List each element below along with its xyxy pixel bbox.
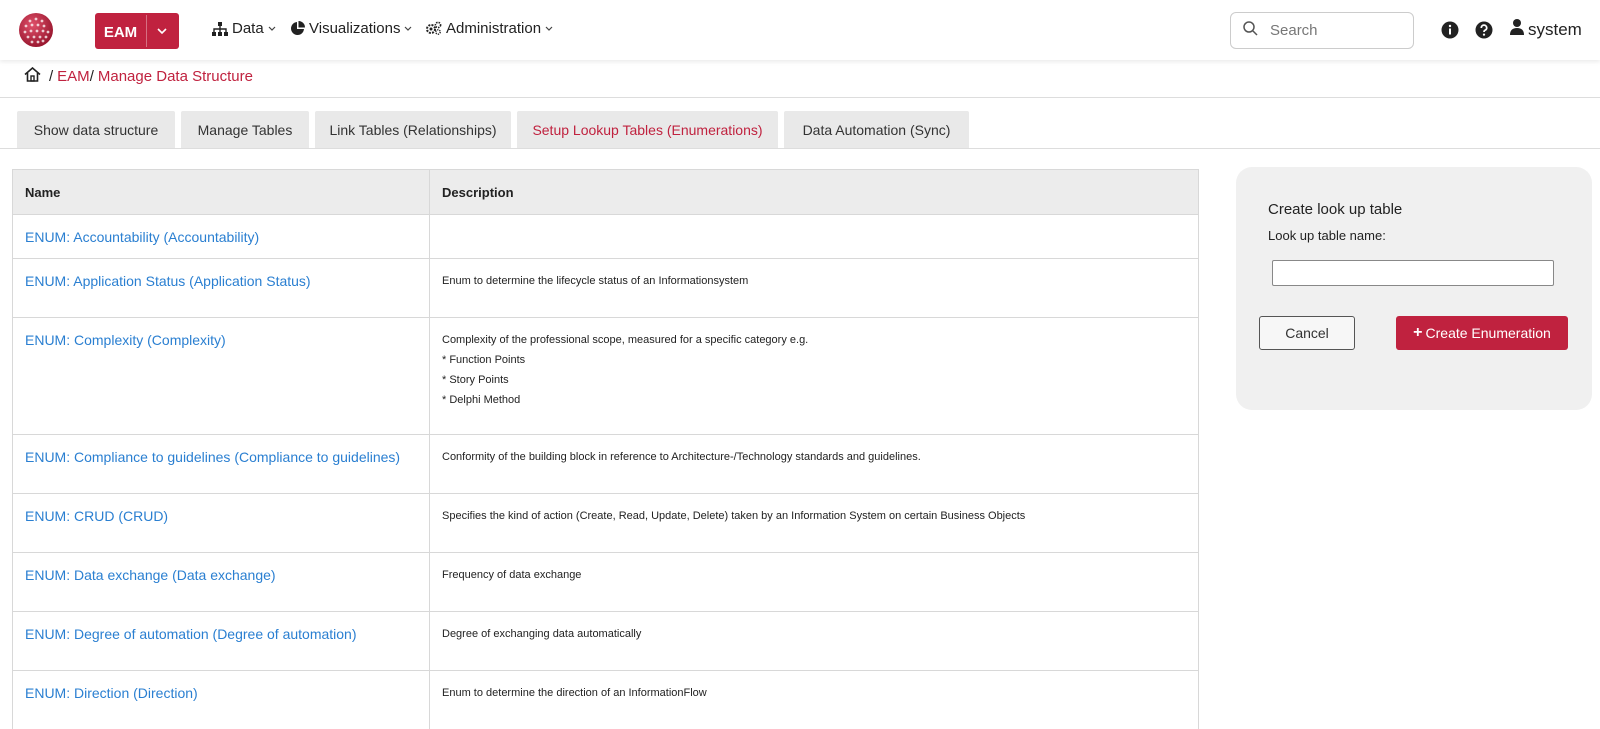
enum-link[interactable]: ENUM: Data exchange (Data exchange) [25, 567, 276, 583]
lookup-name-input[interactable] [1272, 260, 1554, 286]
cell-description: Specifies the kind of action (Create, Re… [429, 493, 1199, 553]
tab-data-automation[interactable]: Data Automation (Sync) [784, 111, 969, 148]
breadcrumb-current: Manage Data Structure [97, 68, 253, 85]
description-line: Conformity of the building block in refe… [442, 451, 921, 463]
description-line: * Function Points [442, 354, 526, 366]
description-line: Specifies the kind of action (Create, Re… [442, 510, 1026, 522]
enum-link[interactable]: ENUM: Complexity (Complexity) [25, 332, 226, 348]
info-icon[interactable] [1441, 21, 1459, 39]
cell-description [429, 214, 1199, 259]
cell-name: ENUM: Accountability (Accountability) [12, 214, 430, 259]
nav-menu-data[interactable]: Data [212, 20, 276, 37]
breadcrumb-separator: / [89, 68, 94, 85]
cell-description: Conformity of the building block in refe… [429, 434, 1199, 494]
enum-link[interactable]: ENUM: CRUD (CRUD) [25, 508, 168, 524]
cancel-button[interactable]: Cancel [1259, 316, 1355, 350]
cell-name: ENUM: Degree of automation (Degree of au… [12, 611, 430, 671]
cell-description: Complexity of the professional scope, me… [429, 317, 1199, 435]
help-icon[interactable] [1475, 21, 1493, 39]
panel-title: Create look up table [1268, 201, 1403, 218]
search-icon [1243, 20, 1258, 41]
divider [0, 97, 1600, 98]
table-row: ENUM: CRUD (CRUD) Specifies the kind of a… [12, 493, 1199, 553]
description-line: Enum to determine the direction of an In… [442, 687, 707, 699]
breadcrumb: / EAM / Manage Data Structure [24, 66, 253, 86]
tab-show-data-structure[interactable]: Show data structure [17, 111, 175, 148]
table-body: ENUM: Accountability (Accountability) ENU… [12, 214, 1199, 729]
breadcrumb-eam[interactable]: EAM [57, 68, 90, 85]
cell-description: Enum to determine the direction of an In… [429, 670, 1199, 729]
create-lookup-panel: Create look up table Look up table name:… [1236, 167, 1592, 410]
cell-name: ENUM: Data exchange (Data exchange) [12, 552, 430, 612]
plus-icon: + [1413, 324, 1423, 341]
cell-name: ENUM: Direction (Direction) [12, 670, 430, 729]
table-row: ENUM: Compliance to guidelines (Complian… [12, 434, 1199, 494]
nav-menu-administration[interactable]: Administration [425, 20, 553, 37]
enum-link[interactable]: ENUM: Application Status (Application St… [25, 273, 311, 289]
cell-description: Enum to determine the lifecycle status o… [429, 258, 1199, 318]
description-line: Degree of exchanging data automatically [442, 628, 642, 640]
sitemap-icon [212, 21, 228, 36]
user-name[interactable]: system [1528, 20, 1582, 40]
chevron-down-icon [268, 26, 276, 31]
chevron-down-icon[interactable] [146, 15, 177, 47]
chevron-down-icon [404, 26, 412, 31]
enum-link[interactable]: ENUM: Direction (Direction) [25, 685, 198, 701]
tab-setup-lookup-tables[interactable]: Setup Lookup Tables (Enumerations) [517, 111, 778, 148]
create-enumeration-button[interactable]: + Create Enumeration [1396, 316, 1568, 350]
table-row: ENUM: Degree of automation (Degree of au… [12, 611, 1199, 671]
description-line: * Story Points [442, 374, 509, 386]
cell-name: ENUM: Application Status (Application St… [12, 258, 430, 318]
chevron-down-icon [545, 26, 553, 31]
lookup-name-label: Look up table name: [1268, 228, 1386, 243]
nav-menu-visualizations-label[interactable]: Visualizations [309, 20, 400, 37]
table-row: ENUM: Accountability (Accountability) [12, 214, 1199, 259]
top-navbar: EAM Data Visualizations Administration S… [0, 0, 1600, 60]
app-name[interactable]: EAM [95, 21, 146, 41]
cell-name: ENUM: Complexity (Complexity) [12, 317, 430, 435]
table-row: ENUM: Application Status (Application St… [12, 258, 1199, 318]
nav-menu-administration-label[interactable]: Administration [446, 20, 541, 37]
divider [0, 148, 1600, 149]
column-header-description[interactable]: Description [429, 169, 1199, 215]
logo-icon[interactable] [18, 12, 54, 48]
cell-name: ENUM: Compliance to guidelines (Complian… [12, 434, 430, 494]
tab-manage-tables[interactable]: Manage Tables [181, 111, 309, 148]
cogs-icon [425, 21, 442, 36]
cell-description: Frequency of data exchange [429, 552, 1199, 612]
nav-menu-data-label[interactable]: Data [232, 20, 264, 37]
table-row: ENUM: Data exchange (Data exchange) Frequ… [12, 552, 1199, 612]
search-box[interactable] [1230, 12, 1414, 49]
cell-description: Degree of exchanging data automatically [429, 611, 1199, 671]
enum-link[interactable]: ENUM: Accountability (Accountability) [25, 229, 259, 245]
breadcrumb-separator: / [49, 68, 54, 85]
enumerations-table: Name Description ENUM: Accountability (A… [12, 169, 1199, 729]
table-row: ENUM: Complexity (Complexity) Complexity … [12, 317, 1199, 435]
column-header-name[interactable]: Name [12, 169, 430, 215]
description-line: Enum to determine the lifecycle status o… [442, 275, 749, 287]
user-icon [1510, 19, 1524, 40]
home-icon[interactable] [24, 66, 41, 86]
description-line: * Delphi Method [442, 394, 521, 406]
user-menu[interactable]: system [1510, 19, 1582, 40]
description-line: Complexity of the professional scope, me… [442, 334, 809, 346]
pie-chart-icon [290, 21, 305, 36]
tab-link-tables[interactable]: Link Tables (Relationships) [315, 111, 511, 148]
nav-menu-visualizations[interactable]: Visualizations [290, 20, 412, 37]
app-switcher[interactable]: EAM [95, 13, 179, 49]
create-enumeration-label: Create Enumeration [1425, 325, 1551, 341]
tab-bar: Show data structure Manage Tables Link T… [17, 111, 975, 148]
search-input[interactable] [1270, 22, 1400, 39]
cell-name: ENUM: CRUD (CRUD) [12, 493, 430, 553]
table-row: ENUM: Direction (Direction) Enum to deter… [12, 670, 1199, 729]
table-header-row: Name Description [12, 169, 1199, 215]
description-line: Frequency of data exchange [442, 569, 582, 581]
enum-link[interactable]: ENUM: Compliance to guidelines (Complian… [25, 449, 400, 465]
enum-link[interactable]: ENUM: Degree of automation (Degree of au… [25, 626, 357, 642]
